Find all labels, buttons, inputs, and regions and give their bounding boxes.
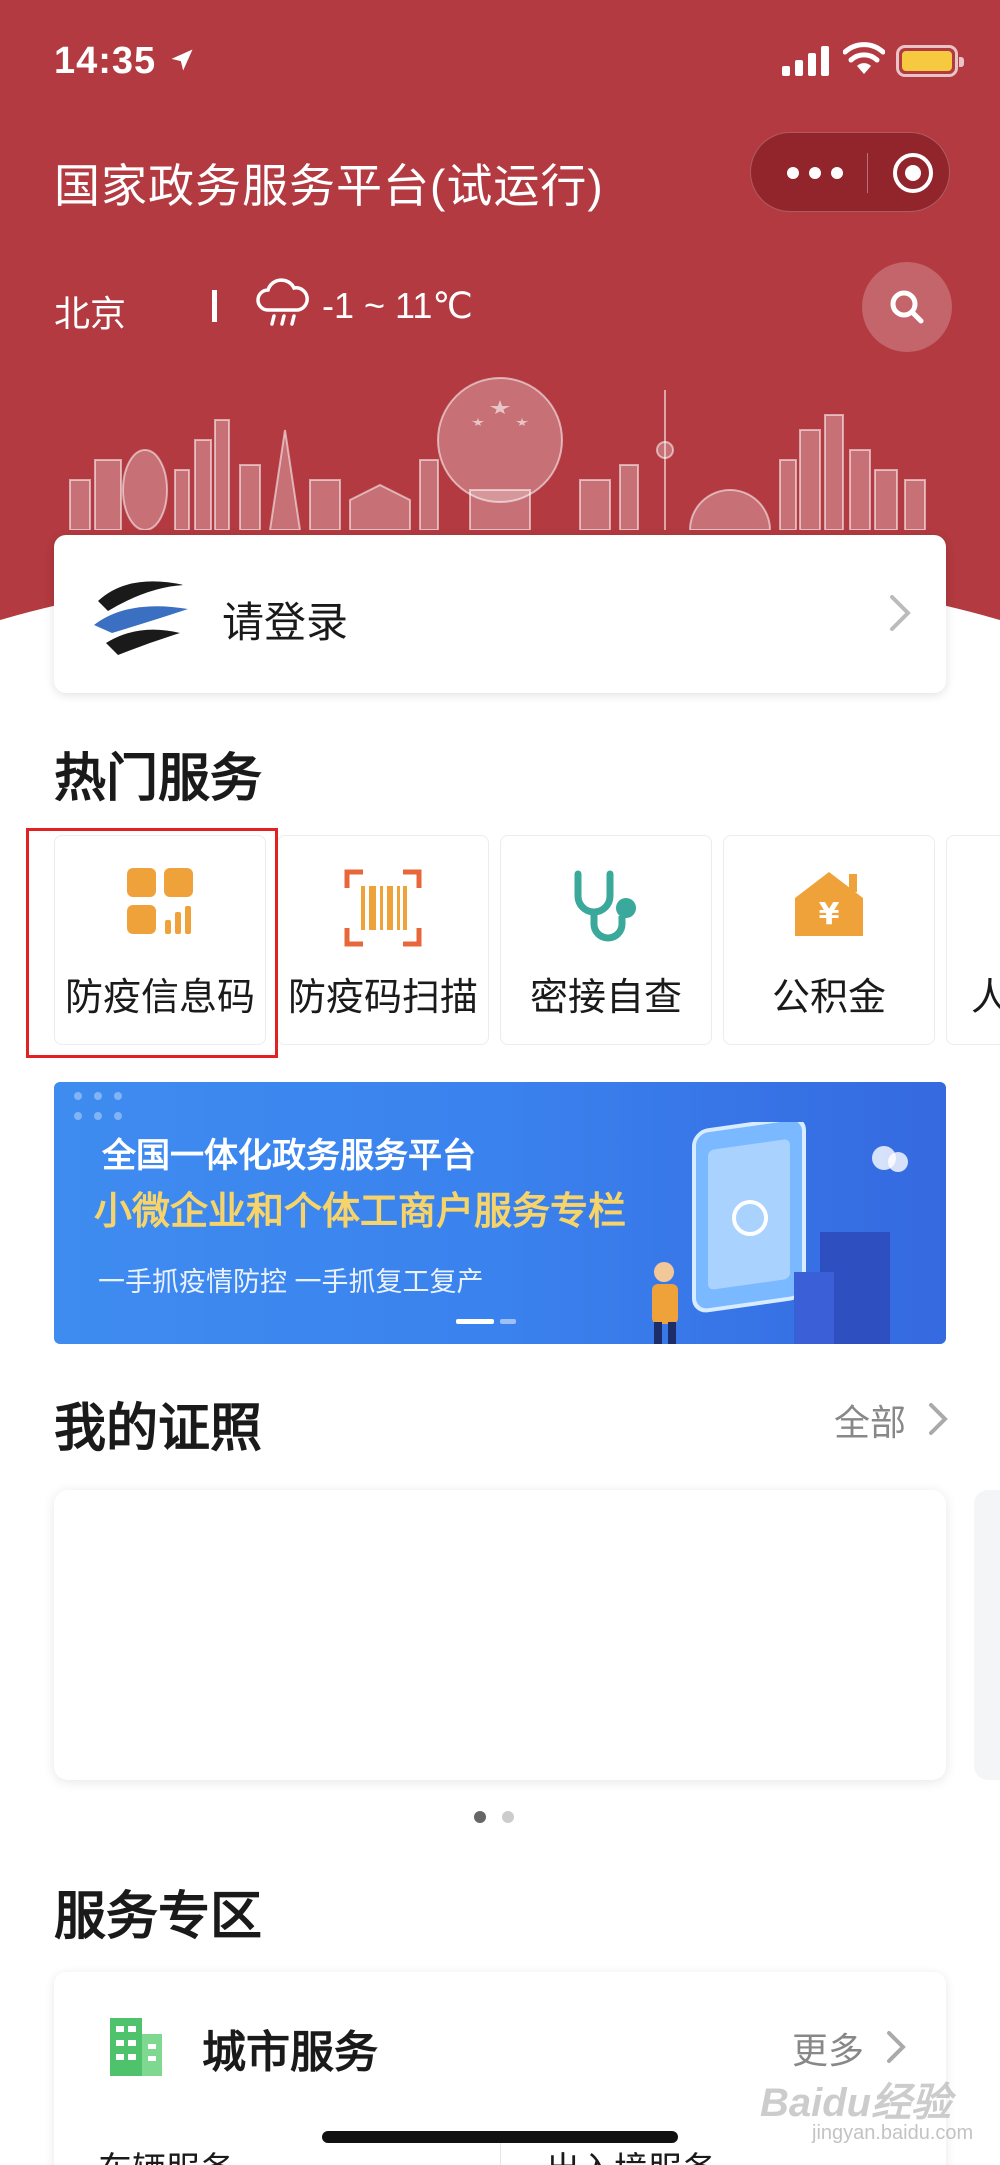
- chevron-right-icon[interactable]: [886, 2030, 906, 2064]
- banner-pager: [456, 1319, 516, 1324]
- location-arrow-icon: [171, 49, 193, 71]
- more-dots-icon[interactable]: [785, 161, 845, 185]
- city-service-title: 城市服务: [202, 2028, 378, 2077]
- more-link[interactable]: 更多: [792, 2022, 864, 2074]
- certificates-all-link[interactable]: 全部: [834, 1394, 906, 1446]
- rain-cloud-icon: [256, 278, 309, 326]
- signal-icon: [782, 46, 829, 76]
- promo-banner[interactable]: 全国一体化政务服务平台 小微企业和个体工商户服务专栏 一手抓疫情防控 一手抓复工…: [54, 1082, 946, 1344]
- service-contact-check[interactable]: 密接自查: [500, 835, 712, 1045]
- service-zone-title: 服务专区: [54, 1888, 263, 1946]
- banner-line2: 小微企业和个体工商户服务专栏: [94, 1191, 627, 1233]
- svg-text:¥: ¥: [819, 897, 840, 932]
- status-bar: 14:35: [0, 40, 1000, 84]
- entry-exit-service-link[interactable]: 出入境服务: [546, 2142, 716, 2165]
- service-housing-fund[interactable]: ¥ 公积金: [723, 835, 935, 1045]
- home-indicator[interactable]: [322, 2131, 678, 2143]
- wifi-icon: [843, 42, 885, 74]
- certificate-card[interactable]: [54, 1490, 946, 1780]
- building-icon: [110, 2018, 162, 2076]
- vehicle-service-link[interactable]: 车辆服务: [98, 2142, 234, 2165]
- city-skyline-emblem-illustration: [69, 377, 926, 530]
- page-title: 国家政务服务平台(试运行): [54, 160, 604, 212]
- service-label: 密接自查: [529, 977, 682, 1019]
- banner-line3: 一手抓疫情防控 一手抓复工复产: [98, 1267, 484, 1297]
- banner-line1: 全国一体化政务服务平台: [102, 1137, 476, 1175]
- login-card[interactable]: 请登录: [54, 535, 946, 693]
- highlight-box: [26, 828, 278, 1058]
- service-partial[interactable]: 人: [946, 835, 1000, 1045]
- chevron-right-icon: [890, 595, 911, 631]
- certificate-pager: [474, 1811, 514, 1823]
- header-divider: [212, 290, 217, 322]
- close-target-icon[interactable]: [891, 151, 935, 195]
- city-label[interactable]: 北京: [54, 285, 126, 337]
- search-button[interactable]: [862, 262, 952, 352]
- battery-icon: [896, 45, 964, 77]
- divider: [500, 2140, 501, 2165]
- service-label: 人: [971, 977, 1000, 1019]
- search-icon: [890, 290, 924, 324]
- service-code-scan[interactable]: 防疫码扫描: [277, 835, 489, 1045]
- miniprogram-capsule[interactable]: [750, 132, 950, 212]
- weather-temperature: -1 ~ 11℃: [322, 285, 473, 326]
- status-time: 14:35: [54, 40, 157, 82]
- certificates-title: 我的证照: [54, 1400, 263, 1458]
- hot-services-title: 热门服务: [54, 750, 263, 808]
- baidu-watermark-url: jingyan.baidu.com: [812, 2122, 974, 2144]
- stethoscope-icon: [574, 870, 636, 942]
- login-label: 请登录: [222, 599, 349, 646]
- chevron-right-icon[interactable]: [928, 1402, 948, 1436]
- baidu-watermark: Baidu经验: [760, 2081, 952, 2125]
- certificate-card-next[interactable]: [974, 1490, 1000, 1780]
- house-yen-icon: ¥: [795, 872, 863, 936]
- barcode-scan-icon: [344, 869, 422, 947]
- phone-illustration: [652, 1122, 908, 1344]
- avatar: [88, 563, 192, 667]
- service-label: 公积金: [771, 977, 886, 1019]
- service-label: 防疫码扫描: [287, 977, 478, 1019]
